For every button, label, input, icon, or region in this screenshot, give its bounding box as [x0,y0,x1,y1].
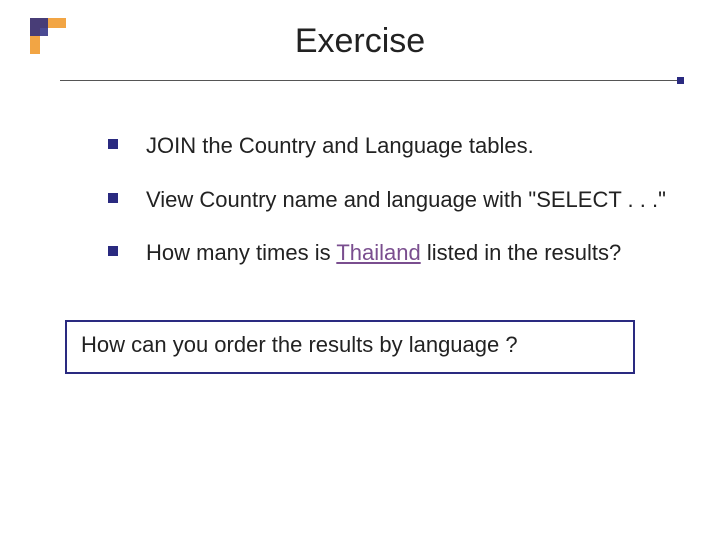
bullet-highlight: Thailand [336,240,420,265]
square-bullet-icon [108,246,118,256]
slide-title: Exercise [0,22,720,61]
square-bullet-icon [108,139,118,149]
bullet-text: " [658,187,666,212]
bullet-text: listed in the results? [421,240,622,265]
bullet-ellipsis: . . . [628,187,659,212]
list-item: How many times is Thailand listed in the… [108,238,680,268]
list-item: JOIN the Country and Language tables. [108,131,680,161]
list-item: View Country name and language with "SEL… [108,185,680,215]
bullet-list: JOIN the Country and Language tables. Vi… [68,131,680,292]
question-box: How can you order the results by languag… [65,320,635,374]
title-underline [60,80,680,81]
bullet-text: How many times is [146,240,336,265]
square-bullet-icon [108,193,118,203]
bullet-text: View Country name and language with "SEL… [146,187,628,212]
bullet-text: JOIN the Country and Language tables. [146,133,534,158]
slide: Exercise JOIN the Country and Language t… [0,0,720,540]
